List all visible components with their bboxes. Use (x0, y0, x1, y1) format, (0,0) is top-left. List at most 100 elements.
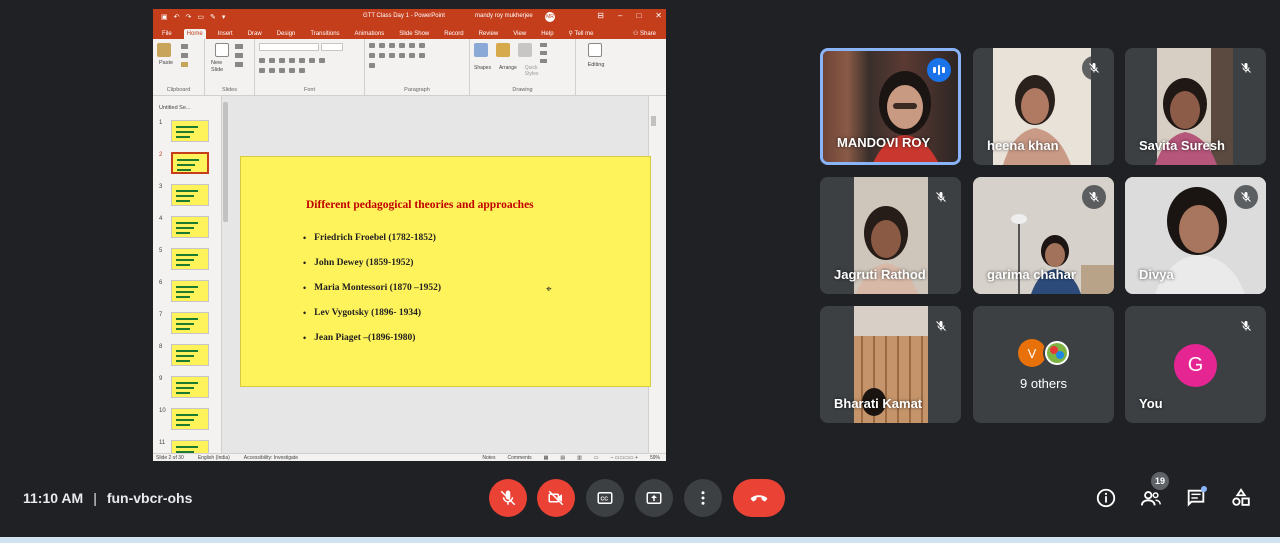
font-name-select[interactable] (259, 43, 319, 51)
tell-me-search[interactable]: ⚲ Tell me (566, 28, 597, 39)
thumbnails-scroll-thumb[interactable] (223, 102, 228, 222)
slide-thumbnail[interactable]: 8 (159, 344, 219, 366)
activities-button[interactable] (1229, 486, 1253, 510)
font-color-icon[interactable] (269, 68, 275, 73)
paste-icon[interactable] (157, 43, 171, 57)
comments-button[interactable]: Comments (507, 455, 531, 461)
align-left-icon[interactable] (369, 53, 375, 58)
shape-outline-icon[interactable] (540, 51, 547, 55)
tab-file[interactable]: File (159, 29, 175, 39)
text-direction-icon[interactable] (419, 43, 425, 48)
close-icon[interactable]: ✕ (655, 11, 662, 20)
ppt-user-avatar[interactable]: MR (545, 12, 555, 22)
present-now-button[interactable] (635, 479, 673, 517)
layout-icon[interactable] (235, 44, 243, 49)
bold-icon[interactable] (259, 58, 265, 63)
sorter-view-icon[interactable]: ▤ (560, 455, 565, 461)
quick-styles-icon[interactable] (518, 43, 532, 57)
arrange-icon[interactable] (496, 43, 510, 57)
clear-format-icon[interactable] (299, 68, 305, 73)
shapes-icon[interactable] (474, 43, 488, 57)
slide-thumbnail[interactable]: 10 (159, 408, 219, 430)
align-right-icon[interactable] (389, 53, 395, 58)
participant-tile-mandovi-roy[interactable]: MANDOVI ROY (820, 48, 961, 165)
grow-font-icon[interactable] (279, 68, 285, 73)
cut-icon[interactable] (181, 44, 188, 49)
section-label[interactable]: Untitled Se... (159, 105, 191, 111)
others-tile[interactable]: V 9 others (973, 306, 1114, 423)
strikethrough-icon[interactable] (289, 58, 295, 63)
shrink-font-icon[interactable] (289, 68, 295, 73)
minimize-icon[interactable]: – (618, 11, 622, 20)
normal-view-icon[interactable]: ▦ (544, 455, 549, 461)
slide-thumbnail[interactable]: 2 (159, 152, 219, 174)
pen-icon[interactable]: ✎ (210, 13, 216, 21)
spacing-icon[interactable] (309, 58, 315, 63)
copy-icon[interactable] (181, 53, 188, 58)
undo-icon[interactable]: ↶ (174, 13, 180, 21)
tab-transitions[interactable]: Transitions (307, 29, 342, 39)
italic-icon[interactable] (269, 58, 275, 63)
self-tile[interactable]: G You (1125, 306, 1266, 423)
captions-button[interactable]: CC (586, 479, 624, 517)
reset-icon[interactable] (235, 53, 243, 58)
case-icon[interactable] (319, 58, 325, 63)
camera-toggle-button[interactable] (537, 479, 575, 517)
tab-slide-show[interactable]: Slide Show (396, 29, 432, 39)
align-center-icon[interactable] (379, 53, 385, 58)
tab-help[interactable]: Help (538, 29, 556, 39)
convert-smartart-icon[interactable] (369, 63, 375, 68)
zoom-slider[interactable]: – ▭▭▭▭ + (611, 455, 638, 461)
participant-tile-heena-khan[interactable]: heena khan (973, 48, 1114, 165)
save-icon[interactable]: ▣ (161, 13, 168, 21)
slide-thumbnails-pane[interactable]: Untitled Se... 1 2 3 4 5 6 7 8 9 10 11 (153, 96, 222, 461)
mic-toggle-button[interactable] (489, 479, 527, 517)
redo-icon[interactable]: ↷ (186, 13, 192, 21)
tab-view[interactable]: View (510, 29, 529, 39)
meeting-details-button[interactable] (1094, 486, 1118, 510)
line-spacing-icon[interactable] (409, 43, 415, 48)
tab-insert[interactable]: Insert (215, 29, 236, 39)
tab-draw[interactable]: Draw (245, 29, 265, 39)
tab-review[interactable]: Review (476, 29, 502, 39)
shadow-icon[interactable] (299, 58, 305, 63)
columns-icon[interactable] (409, 53, 415, 58)
participant-tile-savita-suresh[interactable]: Savita Suresh (1125, 48, 1266, 165)
slideshow-view-icon[interactable]: ▭ (594, 455, 599, 461)
bullets-icon[interactable] (369, 43, 375, 48)
numbering-icon[interactable] (379, 43, 385, 48)
reading-view-icon[interactable]: ▥ (577, 455, 582, 461)
tab-record[interactable]: Record (441, 29, 466, 39)
decrease-indent-icon[interactable] (389, 43, 395, 48)
meeting-code[interactable]: fun-vbcr-ohs (107, 490, 193, 506)
tab-design[interactable]: Design (274, 29, 299, 39)
participant-tile-jagruti-rathod[interactable]: Jagruti Rathod (820, 177, 961, 294)
section-icon[interactable] (235, 62, 243, 67)
slide-thumbnail[interactable]: 3 (159, 184, 219, 206)
slide-thumbnail[interactable]: 1 (159, 120, 219, 142)
thumbnails-scrollbar[interactable] (222, 96, 229, 453)
slide-thumbnail[interactable]: 9 (159, 376, 219, 398)
maximize-icon[interactable]: □ (636, 11, 641, 20)
align-text-icon[interactable] (419, 53, 425, 58)
ribbon-display-icon[interactable]: ⊟ (597, 11, 604, 20)
notes-button[interactable]: Notes (482, 455, 495, 461)
slide-thumbnail[interactable]: 6 (159, 280, 219, 302)
participant-tile-bharati-kamat[interactable]: Bharati Kamat (820, 306, 961, 423)
start-slideshow-icon[interactable]: ▭ (197, 13, 204, 21)
slide-thumbnail[interactable]: 7 (159, 312, 219, 334)
shape-fill-icon[interactable] (540, 43, 547, 47)
customize-qat-icon[interactable]: ▾ (222, 13, 226, 21)
format-painter-icon[interactable] (181, 62, 188, 67)
find-icon[interactable] (588, 43, 602, 57)
increase-indent-icon[interactable] (399, 43, 405, 48)
tab-home[interactable]: Home (183, 29, 206, 39)
leave-call-button[interactable] (733, 479, 785, 517)
tab-animations[interactable]: Animations (352, 29, 388, 39)
more-options-button[interactable] (684, 479, 722, 517)
share-button[interactable]: ⚇ Share (633, 30, 656, 37)
participant-tile-garima-chahar[interactable]: garima chahar (973, 177, 1114, 294)
slide-scroll-thumb[interactable] (651, 116, 656, 126)
slide-thumbnail[interactable]: 5 (159, 248, 219, 270)
current-slide[interactable]: Different pedagogical theories and appro… (240, 156, 651, 387)
